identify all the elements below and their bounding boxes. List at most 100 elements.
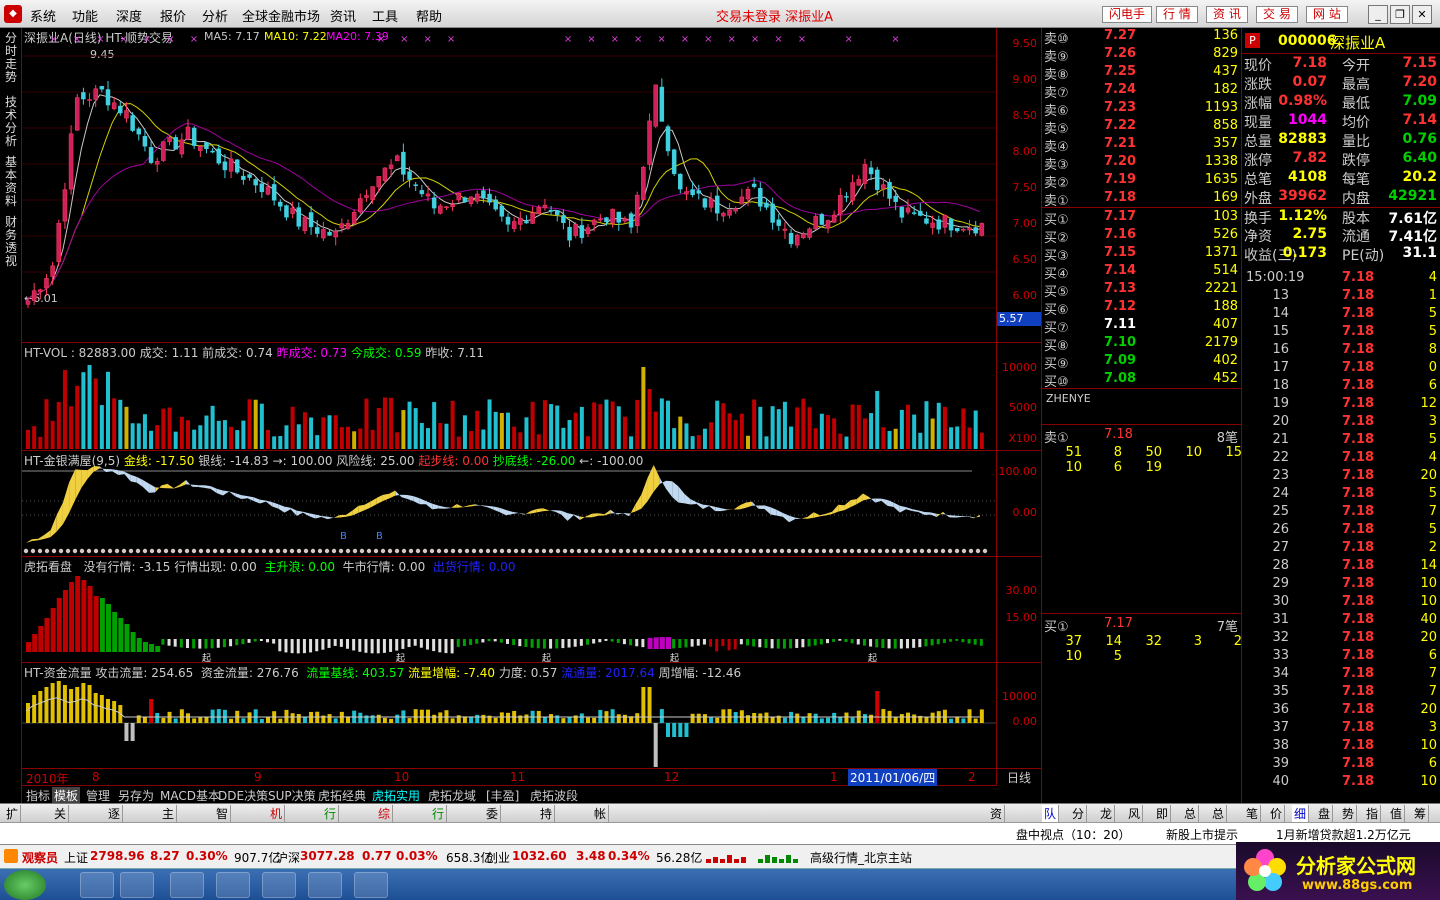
tick-price: 7.18: [1342, 738, 1375, 753]
tab-hutuo-practical[interactable]: 虎拓实用: [372, 787, 420, 804]
tab-fengying[interactable]: [丰盈]: [486, 787, 519, 804]
order-row[interactable]: 卖② 7.19 1635: [1042, 172, 1242, 191]
tab-technical[interactable]: 技术分析: [4, 96, 18, 148]
jinyin-panel[interactable]: HT-金银满屋(9,5) 金线: -17.50 银线: -14.83 →: 10…: [22, 451, 996, 557]
tick-time: 22: [1272, 450, 1289, 465]
restore-icon[interactable]: ❐: [1390, 5, 1410, 24]
info-item[interactable]: 1月新增贷款超1.2万亿元: [1276, 826, 1411, 843]
bottom-tab[interactable]: 值: [1388, 805, 1406, 822]
app-icon[interactable]: [262, 872, 296, 898]
zijin-panel[interactable]: HT-资金流量 攻击流量: 254.65 资金流量: 276.76 流量基线: …: [22, 663, 996, 769]
tick-volume: 6: [1428, 648, 1437, 663]
quote-row: 现价 7.18 今开 7.15: [1242, 55, 1440, 74]
menu-depth[interactable]: 深度: [116, 6, 142, 25]
minimize-icon[interactable]: _: [1368, 5, 1388, 24]
tab-macd[interactable]: MACD基本: [160, 787, 220, 804]
bottom-tab[interactable]: 势: [1340, 805, 1358, 822]
order-price: 7.22: [1104, 118, 1137, 133]
order-row[interactable]: 买① 7.17 103: [1042, 209, 1242, 228]
app-icon[interactable]: [216, 872, 250, 898]
order-row[interactable]: 卖⑧ 7.25 437: [1042, 64, 1242, 83]
order-row[interactable]: 卖⑩ 7.27 136: [1042, 28, 1242, 47]
order-row[interactable]: 卖① 7.18 169: [1042, 190, 1242, 209]
menu-help[interactable]: 帮助: [416, 6, 442, 25]
bottom-tab[interactable]: 筹: [1412, 805, 1430, 822]
website-button[interactable]: 网 站: [1306, 6, 1348, 23]
tab-intraday[interactable]: 分时走势: [4, 32, 18, 84]
order-row[interactable]: 卖⑨ 7.26 829: [1042, 46, 1242, 65]
app-icon[interactable]: [80, 872, 114, 898]
order-row[interactable]: 买⑥ 7.12 188: [1042, 299, 1242, 318]
tab-saveas[interactable]: 另存为: [118, 787, 154, 804]
order-row[interactable]: 卖⑥ 7.23 1193: [1042, 100, 1242, 119]
order-row[interactable]: 卖⑦ 7.24 182: [1042, 82, 1242, 101]
menu-system[interactable]: 系统: [30, 6, 56, 25]
menu-function[interactable]: 功能: [72, 6, 98, 25]
axis-label: 9.50: [1012, 37, 1038, 50]
order-volume: 858: [1213, 118, 1238, 133]
quote-row: 净资 2.75 流通 7.41亿: [1242, 226, 1440, 245]
tick-price: 7.18: [1342, 450, 1375, 465]
tab-financial[interactable]: 财务透视: [4, 216, 18, 268]
tab-sup[interactable]: SUP决策: [268, 787, 316, 804]
order-level: 卖⑦: [1044, 86, 1069, 101]
info-item[interactable]: 新股上市提示: [1166, 826, 1238, 843]
flash-trade-button[interactable]: 闪电手: [1102, 6, 1153, 23]
tab-hutuo-classic[interactable]: 虎拓经典: [318, 787, 366, 804]
app-icon[interactable]: [170, 872, 204, 898]
period-label[interactable]: 日线: [996, 769, 1041, 786]
close-icon[interactable]: ✕: [1412, 5, 1432, 24]
svg-text:×: ×: [681, 34, 689, 45]
kline-panel[interactable]: 深振业A(日线) HT-顺势交易 MA5: 7.17 MA10: 7.22 MA…: [22, 28, 996, 343]
axis-label: 10000: [1002, 361, 1037, 374]
tab-hutuo-wave[interactable]: 虎拓波段: [530, 787, 578, 804]
tab-manage[interactable]: 管理: [86, 787, 110, 804]
bottom-tab[interactable]: 笔: [1244, 805, 1262, 822]
menu-analysis[interactable]: 分析: [202, 6, 228, 25]
app-icon[interactable]: [308, 872, 342, 898]
order-row[interactable]: 买⑦ 7.11 407: [1042, 317, 1242, 336]
trade-button[interactable]: 交 易: [1256, 6, 1298, 23]
order-level: 买⑨: [1044, 357, 1069, 372]
order-row[interactable]: 买⑤ 7.13 2221: [1042, 281, 1242, 300]
queue-label: 买①: [1044, 620, 1069, 635]
order-row[interactable]: 卖③ 7.20 1338: [1042, 154, 1242, 173]
axis-label: 9.00: [1012, 73, 1038, 86]
tick-row: 31 7.18 40: [1242, 612, 1440, 630]
bottom-tab[interactable]: 指: [1364, 805, 1382, 822]
quote-label: 总量: [1244, 134, 1272, 150]
tab-fundamentals[interactable]: 基本资料: [4, 156, 18, 208]
cy-value: 1032.60: [512, 849, 567, 863]
market-button[interactable]: 行 情: [1156, 6, 1198, 23]
order-price: 7.09: [1104, 353, 1137, 368]
start-button-icon[interactable]: [4, 870, 46, 900]
tab-hutuo-dragon[interactable]: 虎拓龙域: [428, 787, 476, 804]
hutuo-panel[interactable]: 虎拓看盘 没有行情: -3.15 行情出现: 0.00 主升浪: 0.00 牛市…: [22, 557, 996, 663]
bottom-tab[interactable]: 盘: [1316, 805, 1334, 822]
order-row[interactable]: 买② 7.16 526: [1042, 227, 1242, 246]
menu-news[interactable]: 资讯: [330, 6, 356, 25]
order-row[interactable]: 买④ 7.14 514: [1042, 263, 1242, 282]
order-row[interactable]: 卖⑤ 7.22 858: [1042, 118, 1242, 137]
order-row[interactable]: 买⑩ 7.08 452: [1042, 371, 1242, 390]
order-row[interactable]: 买③ 7.15 1371: [1042, 245, 1242, 264]
info-item[interactable]: 盘中视点（10：20）: [1016, 826, 1131, 843]
app-icon[interactable]: [120, 872, 154, 898]
bottom-tab[interactable]: 价: [1268, 805, 1286, 822]
bottom-tab[interactable]: 细: [1292, 805, 1310, 822]
menu-global-market[interactable]: 全球金融市场: [242, 6, 320, 25]
tab-template[interactable]: 模板: [52, 787, 81, 804]
order-row[interactable]: 买⑨ 7.09 402: [1042, 353, 1242, 372]
menu-tools[interactable]: 工具: [372, 6, 398, 25]
order-row[interactable]: 买⑧ 7.10 2179: [1042, 335, 1242, 354]
app-icon[interactable]: [354, 872, 388, 898]
news-button[interactable]: 资 讯: [1206, 6, 1248, 23]
tab-indicator[interactable]: 指标: [26, 787, 50, 804]
tab-dde[interactable]: DDE决策: [218, 787, 268, 804]
volume-panel[interactable]: HT-VOL : 82883.00 成交: 1.11 前成交: 0.74 昨成交…: [22, 343, 996, 451]
tick-time: 14: [1272, 306, 1289, 321]
order-row[interactable]: 卖④ 7.21 357: [1042, 136, 1242, 155]
quote-label: 量比: [1342, 134, 1370, 150]
menu-quote[interactable]: 报价: [160, 6, 186, 25]
tick-volume: 10: [1420, 594, 1437, 609]
